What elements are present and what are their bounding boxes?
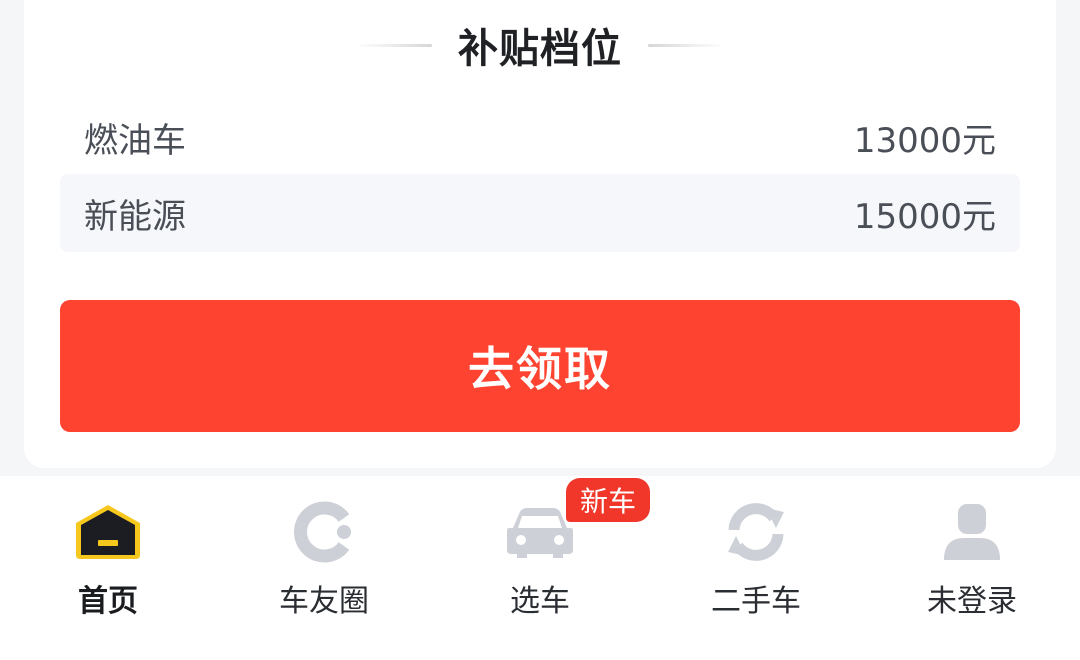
section-title: 补贴档位 xyxy=(458,26,622,72)
tab-label: 选车 xyxy=(510,584,570,619)
tab-label: 二手车 xyxy=(711,584,801,619)
tier-value: 13000元 xyxy=(853,120,996,161)
tier-value: 15000元 xyxy=(853,196,996,237)
tab-home[interactable]: 首页 xyxy=(0,476,216,660)
title-divider-right xyxy=(648,43,724,47)
tier-row-new-energy: 新能源 15000元 xyxy=(60,174,1020,252)
tab-label: 车友圈 xyxy=(279,584,369,619)
tab-login[interactable]: 未登录 xyxy=(864,476,1080,660)
user-icon xyxy=(936,500,1008,564)
tier-label: 燃油车 xyxy=(84,120,186,161)
refresh-cycle-icon xyxy=(720,500,792,564)
title-divider-left xyxy=(356,43,432,47)
tab-label: 未登录 xyxy=(927,584,1017,619)
tab-community[interactable]: 车友圈 xyxy=(216,476,432,660)
tab-label: 首页 xyxy=(78,584,138,619)
claim-button[interactable]: 去领取 xyxy=(60,300,1020,432)
section-header: 补贴档位 xyxy=(0,22,1080,72)
tier-label: 新能源 xyxy=(84,196,186,237)
community-circle-icon xyxy=(288,500,360,564)
tier-row-fuel: 燃油车 13000元 xyxy=(60,98,1020,176)
tab-used-car[interactable]: 二手车 xyxy=(648,476,864,660)
new-car-badge: 新车 xyxy=(566,478,651,522)
bottom-tab-bar: 首页 车友圈 选车 二手车 未登录 xyxy=(0,476,1080,660)
garage-home-icon xyxy=(72,500,144,564)
